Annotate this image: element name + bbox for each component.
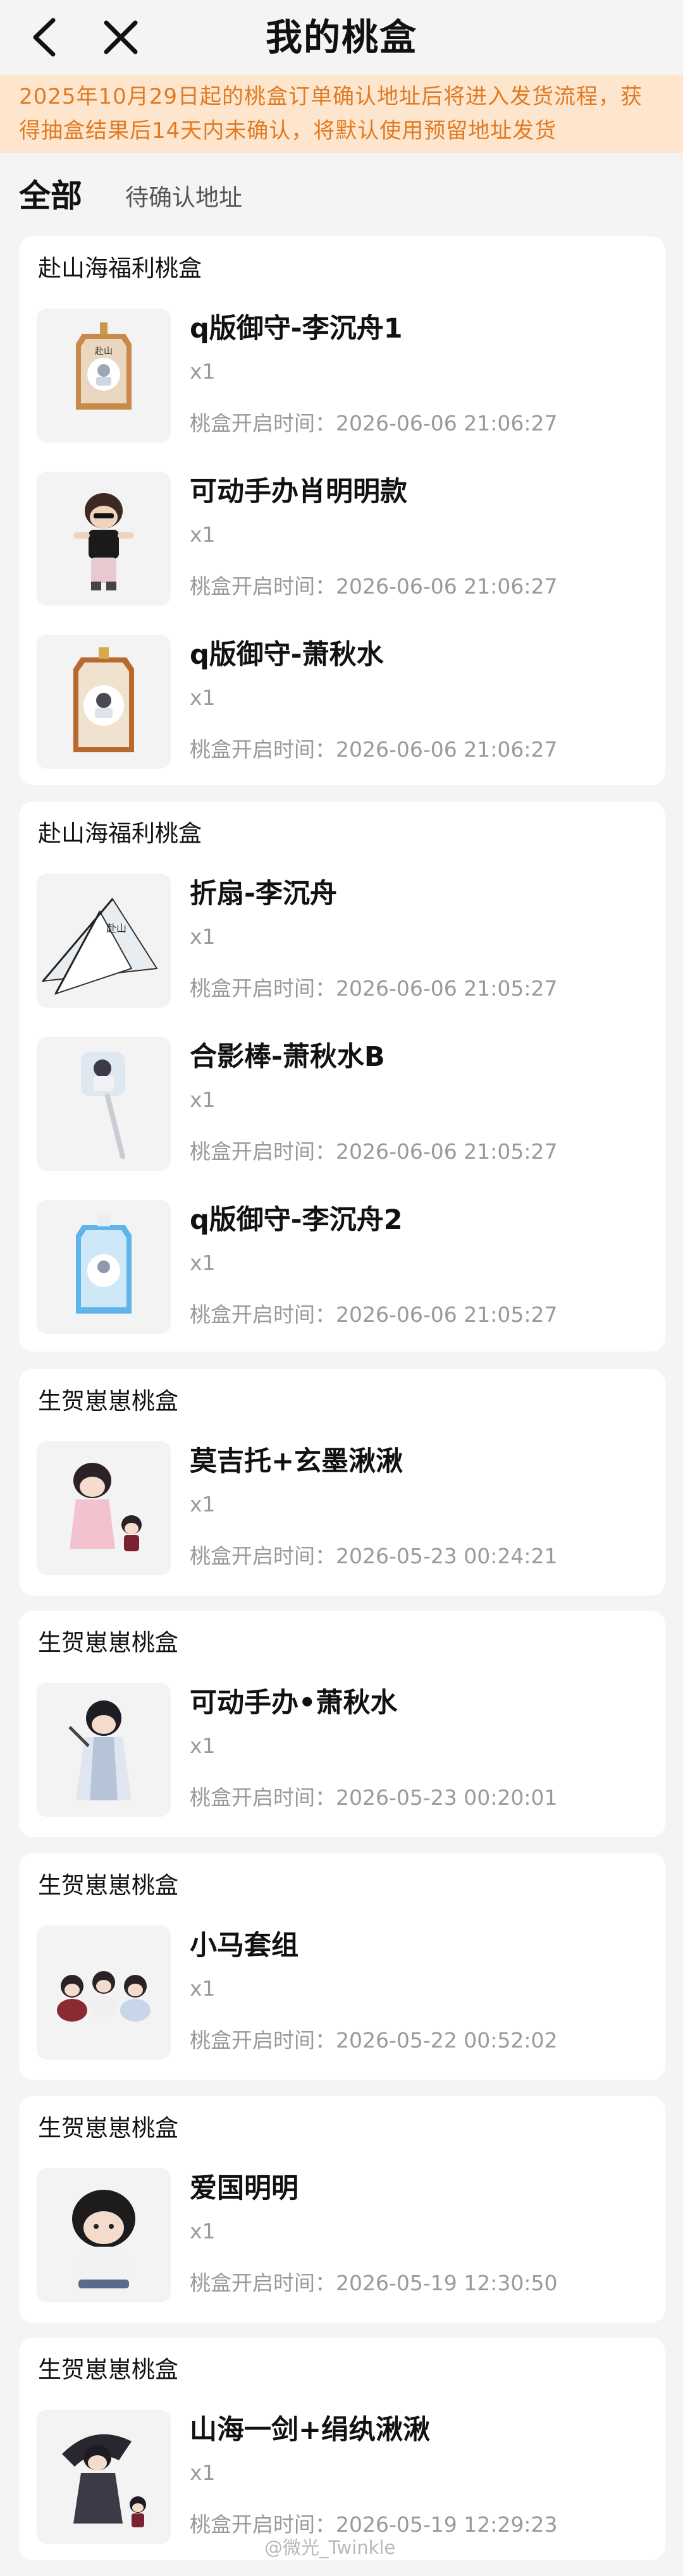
pony-set-thumbnail	[37, 1926, 171, 2060]
item-name: 莫吉托+玄墨湫湫	[190, 1446, 403, 1477]
figure-fluffy-thumbnail	[37, 2168, 171, 2302]
list-item[interactable]: 可动手办•萧秋水 x1 桃盒开启时间：2026-05-23 00:20:01	[37, 1683, 644, 1817]
item-open-time: 桃盒开启时间：2026-06-06 21:06:27	[190, 736, 557, 764]
item-quantity: x1	[190, 924, 216, 949]
item-quantity: x1	[190, 2460, 216, 2485]
folding-fan-thumbnail: 赴山	[37, 874, 171, 1008]
order-card[interactable]: 生贺崽崽桃盒 小马套组 x1 桃盒开启时间：2026-05-22 00:52:0…	[19, 1853, 665, 2080]
time-label: 桃盒开启时间：	[190, 2028, 336, 2053]
item-name: q版御守-李沉舟1	[190, 313, 403, 345]
item-open-time: 桃盒开启时间：2026-06-06 21:05:27	[190, 975, 557, 1003]
tab-all[interactable]: 全部	[19, 177, 82, 215]
time-label: 桃盒开启时间：	[190, 2271, 336, 2295]
photo-stick-thumbnail	[37, 1037, 171, 1171]
list-item[interactable]: 爱国明明 x1 桃盒开启时间：2026-05-19 12:30:50	[37, 2168, 644, 2302]
list-item[interactable]: 赴山 折扇-李沉舟 x1 桃盒开启时间：2026-06-06 21:05:27	[37, 874, 644, 1008]
item-name: 山海一剑+绢纨湫湫	[190, 2414, 431, 2446]
time-value: 2026-06-06 21:06:27	[336, 411, 558, 436]
time-value: 2026-06-06 21:06:27	[336, 574, 558, 599]
filter-tabs: 全部 待确认地址	[0, 166, 683, 226]
order-card[interactable]: 生贺崽崽桃盒 可动手办•萧秋水 x1 桃盒开启时间：2026-05-23 00:…	[19, 1611, 665, 1837]
item-name: 合影棒-萧秋水B	[190, 1041, 385, 1073]
list-item[interactable]: 山海一剑+绢纨湫湫 x1 桃盒开启时间：2026-05-19 12:29:23	[37, 2410, 644, 2544]
time-value: 2026-05-19 12:30:50	[336, 2271, 558, 2295]
order-card[interactable]: 生贺崽崽桃盒 莫吉托+玄墨湫湫 x1 桃盒开启时间：2026-05-23 00:…	[19, 1369, 665, 1596]
item-quantity: x1	[190, 359, 216, 384]
amulet-tan-thumbnail: 赴山	[37, 308, 171, 443]
order-card[interactable]: 生贺崽崽桃盒 爱国明明 x1 桃盒开启时间：2026-05-19 12:30:5…	[19, 2096, 665, 2323]
item-open-time: 桃盒开启时间：2026-05-23 00:24:21	[190, 1542, 557, 1570]
page-title: 我的桃盒	[265, 16, 417, 59]
list-item[interactable]: 合影棒-萧秋水B x1 桃盒开启时间：2026-06-06 21:05:27	[37, 1037, 644, 1171]
item-name: 小马套组	[190, 1930, 298, 1962]
order-card[interactable]: 赴山海福利桃盒 赴山 折扇-李沉舟 x1 桃盒开启时间：2026-06-06 2…	[19, 802, 665, 1352]
card-title: 生贺崽崽桃盒	[38, 2115, 178, 2142]
item-name: 爱国明明	[190, 2173, 298, 2204]
item-name: 折扇-李沉舟	[190, 878, 337, 910]
amulet-blue-thumbnail	[37, 1200, 171, 1334]
svg-text:赴山: 赴山	[95, 346, 113, 356]
time-value: 2026-06-06 21:06:27	[336, 737, 558, 762]
item-name: 可动手办•萧秋水	[190, 1687, 398, 1719]
time-label: 桃盒开启时间：	[190, 737, 336, 762]
item-quantity: x1	[190, 1087, 216, 1112]
item-quantity: x1	[190, 1492, 216, 1517]
time-label: 桃盒开启时间：	[190, 1785, 336, 1810]
time-label: 桃盒开启时间：	[190, 976, 336, 1001]
item-quantity: x1	[190, 2219, 216, 2243]
time-value: 2026-05-22 00:52:02	[336, 2028, 558, 2053]
time-value: 2026-05-23 00:20:01	[336, 1785, 558, 1810]
card-title: 生贺崽崽桃盒	[38, 1629, 178, 1656]
list-item[interactable]: q版御守-李沉舟2 x1 桃盒开启时间：2026-06-06 21:05:27	[37, 1200, 644, 1334]
time-value: 2026-05-19 12:29:23	[336, 2512, 558, 2537]
watermark: @微光_Twinkle	[264, 2537, 396, 2558]
time-label: 桃盒开启时间：	[190, 1544, 336, 1568]
tab-pending-address[interactable]: 待确认地址	[125, 182, 242, 214]
item-quantity: x1	[190, 1733, 216, 1758]
item-open-time: 桃盒开启时间：2026-06-06 21:06:27	[190, 410, 557, 437]
shipping-notice-banner: 2025年10月29日起的桃盒订单确认地址后将进入发货流程，获得抽盒结果后14天…	[0, 75, 683, 153]
time-value: 2026-05-23 00:24:21	[336, 1544, 558, 1568]
time-label: 桃盒开启时间：	[190, 2512, 336, 2537]
list-item[interactable]: 赴山 q版御守-李沉舟1 x1 桃盒开启时间：2026-06-06 21:06:…	[37, 308, 644, 443]
figure-dark-thumbnail	[37, 2410, 171, 2544]
figure-boy-thumbnail	[37, 472, 171, 606]
item-quantity: x1	[190, 685, 216, 710]
card-title: 生贺崽崽桃盒	[38, 1388, 178, 1415]
card-title: 赴山海福利桃盒	[38, 255, 202, 282]
svg-text:赴山: 赴山	[106, 923, 126, 934]
item-open-time: 桃盒开启时间：2026-05-22 00:52:02	[190, 2027, 557, 2054]
item-name: q版御守-萧秋水	[190, 639, 384, 671]
time-label: 桃盒开启时间：	[190, 411, 336, 436]
card-title: 赴山海福利桃盒	[38, 820, 202, 847]
item-name: q版御守-李沉舟2	[190, 1204, 403, 1236]
list-item[interactable]: 莫吉托+玄墨湫湫 x1 桃盒开启时间：2026-05-23 00:24:21	[37, 1441, 644, 1575]
time-label: 桃盒开启时间：	[190, 1139, 336, 1164]
time-label: 桃盒开启时间：	[190, 574, 336, 599]
time-value: 2026-06-06 21:05:27	[336, 1139, 558, 1164]
amulet-brown-thumbnail	[37, 635, 171, 769]
figure-pink-thumbnail	[37, 1441, 171, 1575]
item-open-time: 桃盒开启时间：2026-06-06 21:05:27	[190, 1301, 557, 1329]
order-card[interactable]: 赴山海福利桃盒 赴山 q版御守-李沉舟1 x1 桃盒开启时间：2026-06-0…	[19, 236, 665, 785]
top-bar: 我的桃盒	[0, 0, 683, 75]
list-item[interactable]: 可动手办肖明明款 x1 桃盒开启时间：2026-06-06 21:06:27	[37, 472, 644, 606]
card-title: 生贺崽崽桃盒	[38, 2356, 178, 2383]
item-quantity: x1	[190, 522, 216, 547]
item-open-time: 桃盒开启时间：2026-06-06 21:05:27	[190, 1138, 557, 1166]
item-open-time: 桃盒开启时间：2026-06-06 21:06:27	[190, 573, 557, 601]
list-item[interactable]: q版御守-萧秋水 x1 桃盒开启时间：2026-06-06 21:06:27	[37, 635, 644, 769]
item-name: 可动手办肖明明款	[190, 476, 407, 508]
time-value: 2026-06-06 21:05:27	[336, 976, 558, 1001]
figure-swordsman-thumbnail	[37, 1683, 171, 1817]
item-quantity: x1	[190, 1976, 216, 2001]
item-open-time: 桃盒开启时间：2026-05-19 12:30:50	[190, 2269, 557, 2297]
card-title: 生贺崽崽桃盒	[38, 1872, 178, 1899]
item-quantity: x1	[190, 1250, 216, 1275]
time-value: 2026-06-06 21:05:27	[336, 1302, 558, 1327]
time-label: 桃盒开启时间：	[190, 1302, 336, 1327]
order-card[interactable]: 生贺崽崽桃盒 山海一剑+绢纨湫湫 x1 桃盒开启时间：2026-05-19 12…	[19, 2338, 665, 2560]
list-item[interactable]: 小马套组 x1 桃盒开启时间：2026-05-22 00:52:02	[37, 1926, 644, 2060]
item-open-time: 桃盒开启时间：2026-05-23 00:20:01	[190, 1784, 557, 1812]
